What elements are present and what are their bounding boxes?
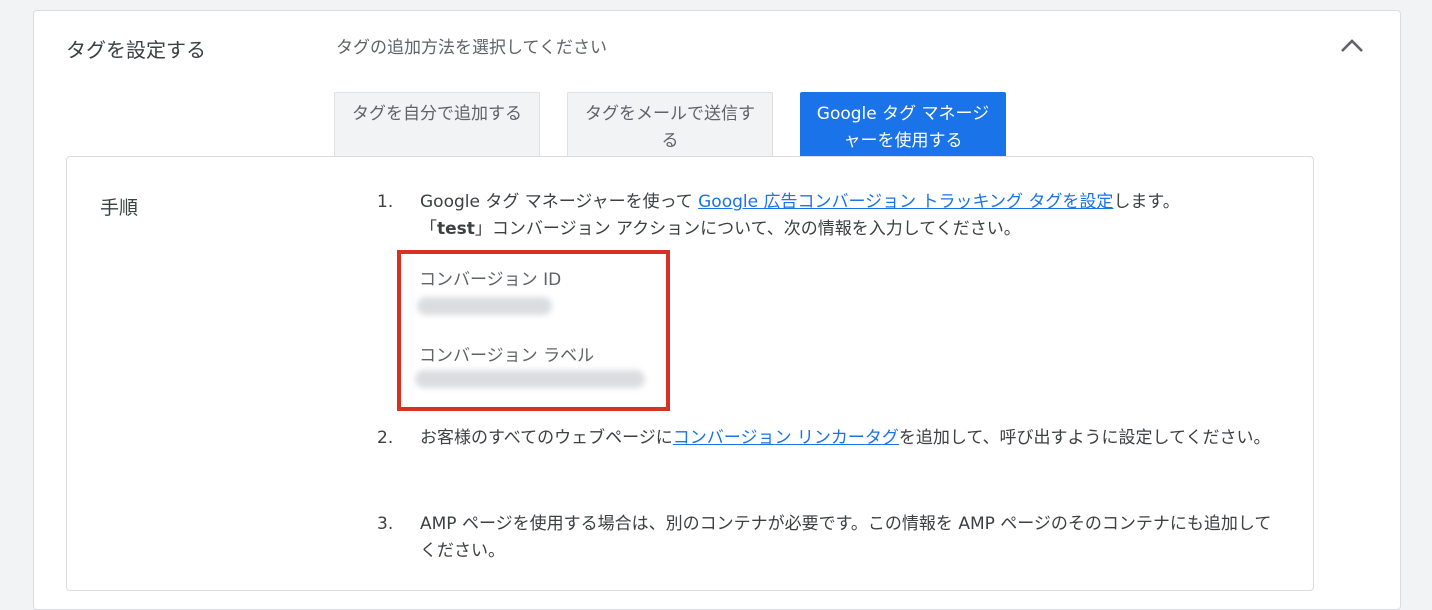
step-1: 1. Google タグ マネージャーを使って Google 広告コンバージョン…: [377, 189, 1277, 243]
step-number: 3.: [377, 514, 394, 534]
step-text: 「: [420, 219, 437, 239]
conversion-tracking-tag-link[interactable]: Google 広告コンバージョン トラッキング タグを設定: [698, 192, 1113, 212]
tab-google-tag-manager[interactable]: Google タグ マネージャーを使用する: [800, 92, 1006, 157]
tab-email-tag[interactable]: タグをメールで送信する: [567, 92, 773, 157]
step-text: Google タグ マネージャーを使って: [420, 192, 699, 212]
step-3: 3. AMP ページを使用する場合は、別のコンテナが必要です。この情報を AMP…: [377, 511, 1277, 565]
section-title: タグを設定する: [66, 38, 206, 62]
tag-method-tabs: タグを自分で追加する タグをメールで送信する Google タグ マネージャーを…: [334, 92, 1006, 157]
conversion-action-name: test: [437, 219, 475, 239]
section-subtitle: タグの追加方法を選択してください: [336, 38, 607, 58]
conversion-id-value-redacted: [417, 297, 552, 315]
instructions-panel: 手順 1. Google タグ マネージャーを使って Google 広告コンバー…: [66, 156, 1314, 591]
chevron-up-icon: [1341, 39, 1363, 52]
conversion-label-value-redacted: [415, 370, 645, 388]
step-text: します。: [1113, 192, 1180, 212]
step-number: 1.: [377, 192, 394, 212]
step-text: お客様のすべてのウェブページに: [420, 428, 673, 448]
step-text: 」コンバージョン アクションについて、次の情報を入力してください。: [474, 219, 1021, 239]
step-text: AMP ページを使用する場合は、別のコンテナが必要です。この情報を AMP ペー…: [420, 514, 1272, 561]
tab-add-tag-yourself[interactable]: タグを自分で追加する: [334, 92, 540, 157]
step-number: 2.: [377, 428, 394, 448]
steps-label: 手順: [100, 197, 139, 219]
step-text: を追加して、呼び出すように設定してください。: [898, 428, 1271, 448]
collapse-button[interactable]: [1334, 33, 1370, 63]
tag-setup-card: タグを設定する タグの追加方法を選択してください タグを自分で追加する タグをメ…: [33, 10, 1401, 610]
step-2: 2. お客様のすべてのウェブページにコンバージョン リンカータグを追加して、呼び…: [377, 425, 1277, 452]
conversion-id-label: コンバージョン ID: [419, 270, 562, 290]
conversion-linker-tag-link[interactable]: コンバージョン リンカータグ: [673, 428, 899, 448]
conversion-label-label: コンバージョン ラベル: [419, 346, 595, 366]
